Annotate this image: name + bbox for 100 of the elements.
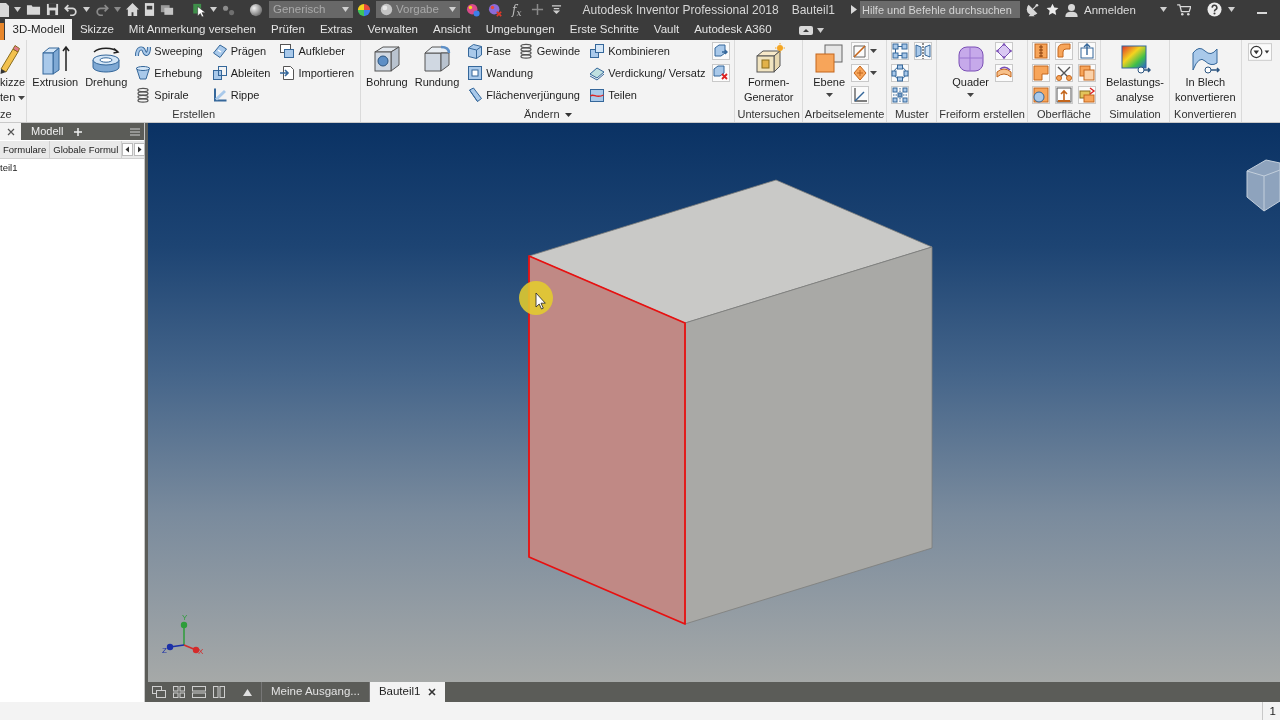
ribbon-button[interactable]: Kombinieren (587, 40, 672, 62)
grid-nodes-icon[interactable] (891, 86, 910, 104)
dots-icon[interactable] (222, 3, 236, 16)
triangle-icon[interactable] (851, 5, 858, 14)
ribbon-tab[interactable]: Skizze (72, 19, 122, 40)
browser-tab[interactable]: Globale Formul (50, 141, 123, 158)
ribbon-tab[interactable]: Prüfen (263, 19, 313, 40)
help-icon[interactable] (1206, 2, 1222, 17)
caret-icon[interactable] (83, 7, 90, 12)
color-wheel-icon[interactable] (357, 2, 371, 17)
ribbon-button[interactable]: Importieren (277, 62, 357, 84)
plus-icon[interactable] (530, 3, 544, 16)
cube-cross-icon[interactable] (712, 64, 731, 82)
ribbon-button[interactable]: Ebene (812, 40, 847, 97)
view-cube-icon[interactable] (1246, 159, 1280, 212)
ribbon-button[interactable]: Drehung (84, 40, 129, 90)
horizontal-split-icon[interactable] (192, 686, 206, 698)
scissors-icon[interactable] (1054, 64, 1073, 82)
formula-button[interactable]: f$_{x}$ (510, 1, 524, 18)
cursor-icon[interactable] (192, 2, 205, 17)
caret-icon[interactable] (564, 113, 572, 118)
ribbon-tab[interactable]: 3D-Modell (5, 19, 73, 40)
ribbon-button[interactable]: Fase (465, 40, 513, 62)
browser-tab[interactable]: Formulare (0, 141, 51, 158)
close-icon[interactable] (428, 688, 437, 696)
ribbon-button[interactable]: Verdickung/ Versatz (587, 62, 708, 84)
axes-icon[interactable] (851, 86, 870, 104)
tiles-icon[interactable] (1077, 64, 1096, 82)
caret-icon[interactable] (817, 28, 825, 33)
ribbon-button[interactable]: Wandung (465, 62, 536, 84)
sign-in-button[interactable]: Anmelden (1082, 1, 1138, 18)
mirror-icon[interactable] (914, 42, 933, 60)
ribbon-tab[interactable]: Ansicht (425, 19, 479, 40)
ribbon-button[interactable]: Bohrung (365, 40, 409, 90)
ribbon-tab[interactable]: Mit Anmerkung versehen (121, 19, 264, 40)
ribbon-tab[interactable]: Vault (646, 19, 687, 40)
ribbon-button[interactable]: Ableiten (209, 62, 273, 84)
more-icon[interactable] (1247, 43, 1272, 61)
point-icon[interactable] (851, 64, 870, 82)
ribbon-button[interactable]: In Blech konvertieren (1174, 40, 1237, 105)
arrow-left-icon[interactable] (122, 143, 134, 156)
list-caret-icon[interactable] (550, 4, 562, 15)
sphere-cross-icon[interactable] (488, 2, 503, 17)
redo-icon[interactable] (95, 3, 109, 16)
paint-sphere-icon[interactable] (466, 2, 481, 17)
ribbon-tab[interactable]: Extras (312, 19, 360, 40)
diamond-grid-icon[interactable] (995, 42, 1013, 60)
image-icon[interactable] (160, 3, 174, 16)
toggle-icon[interactable] (799, 26, 814, 35)
caret-icon[interactable] (210, 7, 217, 12)
folder-icon[interactable] (26, 3, 41, 16)
caret-icon[interactable] (14, 7, 21, 12)
arrow-right-icon[interactable] (134, 143, 146, 156)
ribbon-tab[interactable]: Verwalten (360, 19, 426, 40)
ribbon-button[interactable]: Erhebung (133, 62, 205, 84)
ribbon-tab[interactable]: Umgebungen (478, 19, 563, 40)
close-icon[interactable] (6, 127, 15, 136)
ribbon-button[interactable]: Rippe (209, 84, 262, 106)
star-icon[interactable] (1046, 3, 1060, 16)
ribbon-button[interactable]: Belastungs- analyse (1104, 40, 1165, 105)
ribbon-group-label[interactable]: Ändern (361, 108, 735, 122)
ribbon-button[interactable]: Teilen (587, 84, 639, 106)
corner-tile-icon[interactable] (1031, 64, 1050, 82)
ladder-icon[interactable] (1031, 42, 1050, 60)
ribbon-button[interactable]: Prägen (209, 40, 269, 62)
satellite-dish-icon[interactable] (1026, 2, 1041, 17)
ribbon-button[interactable]: Rundung (413, 40, 461, 90)
curved-tile-icon[interactable] (1054, 42, 1073, 60)
cart-icon[interactable] (1176, 3, 1191, 16)
circle-tile-icon[interactable] (1031, 86, 1050, 104)
undo-icon[interactable] (64, 3, 78, 16)
ribbon-button[interactable]: kizze ten (0, 40, 27, 105)
save-icon[interactable] (46, 3, 59, 16)
document-icon[interactable] (144, 3, 155, 16)
caret-icon[interactable] (1159, 7, 1167, 12)
vertical-split-icon[interactable] (213, 686, 225, 698)
caret-icon[interactable] (1227, 7, 1235, 12)
document-tab[interactable]: Bauteil1 (368, 682, 446, 702)
tile-icon[interactable] (173, 686, 185, 698)
ribbon-tab[interactable]: Erste Schritte (562, 19, 647, 40)
ribbon-button[interactable]: Sweeping (133, 40, 205, 62)
ribbon-button[interactable]: Extrusion (31, 40, 80, 90)
stacked-tiles-icon[interactable] (1077, 86, 1096, 104)
ribbon-button[interactable]: Gewinde (515, 40, 583, 62)
ribbon-button[interactable]: Flächenverjüngung (465, 84, 582, 106)
search-field[interactable]: Hilfe und Befehle durchsuchen (860, 1, 1021, 18)
caret-icon[interactable] (870, 71, 878, 75)
home-icon[interactable] (126, 3, 139, 16)
ribbon-tab[interactable]: Autodesk A360 (686, 19, 780, 40)
sphere-icon[interactable] (249, 2, 263, 17)
page-icon[interactable] (0, 2, 9, 17)
ribbon-button[interactable]: Quader (951, 40, 990, 97)
nodes-grid-icon[interactable] (891, 42, 910, 60)
ribbon-button[interactable]: Formen- Generator (742, 40, 795, 105)
tile-up-arrow-icon[interactable] (1054, 86, 1073, 104)
tree-item[interactable]: teil1 (0, 162, 18, 173)
caret-icon[interactable] (870, 49, 878, 53)
user-icon[interactable] (1065, 2, 1079, 17)
ribbon-button[interactable]: Spirale (133, 84, 191, 106)
ring-nodes-icon[interactable] (891, 64, 910, 82)
